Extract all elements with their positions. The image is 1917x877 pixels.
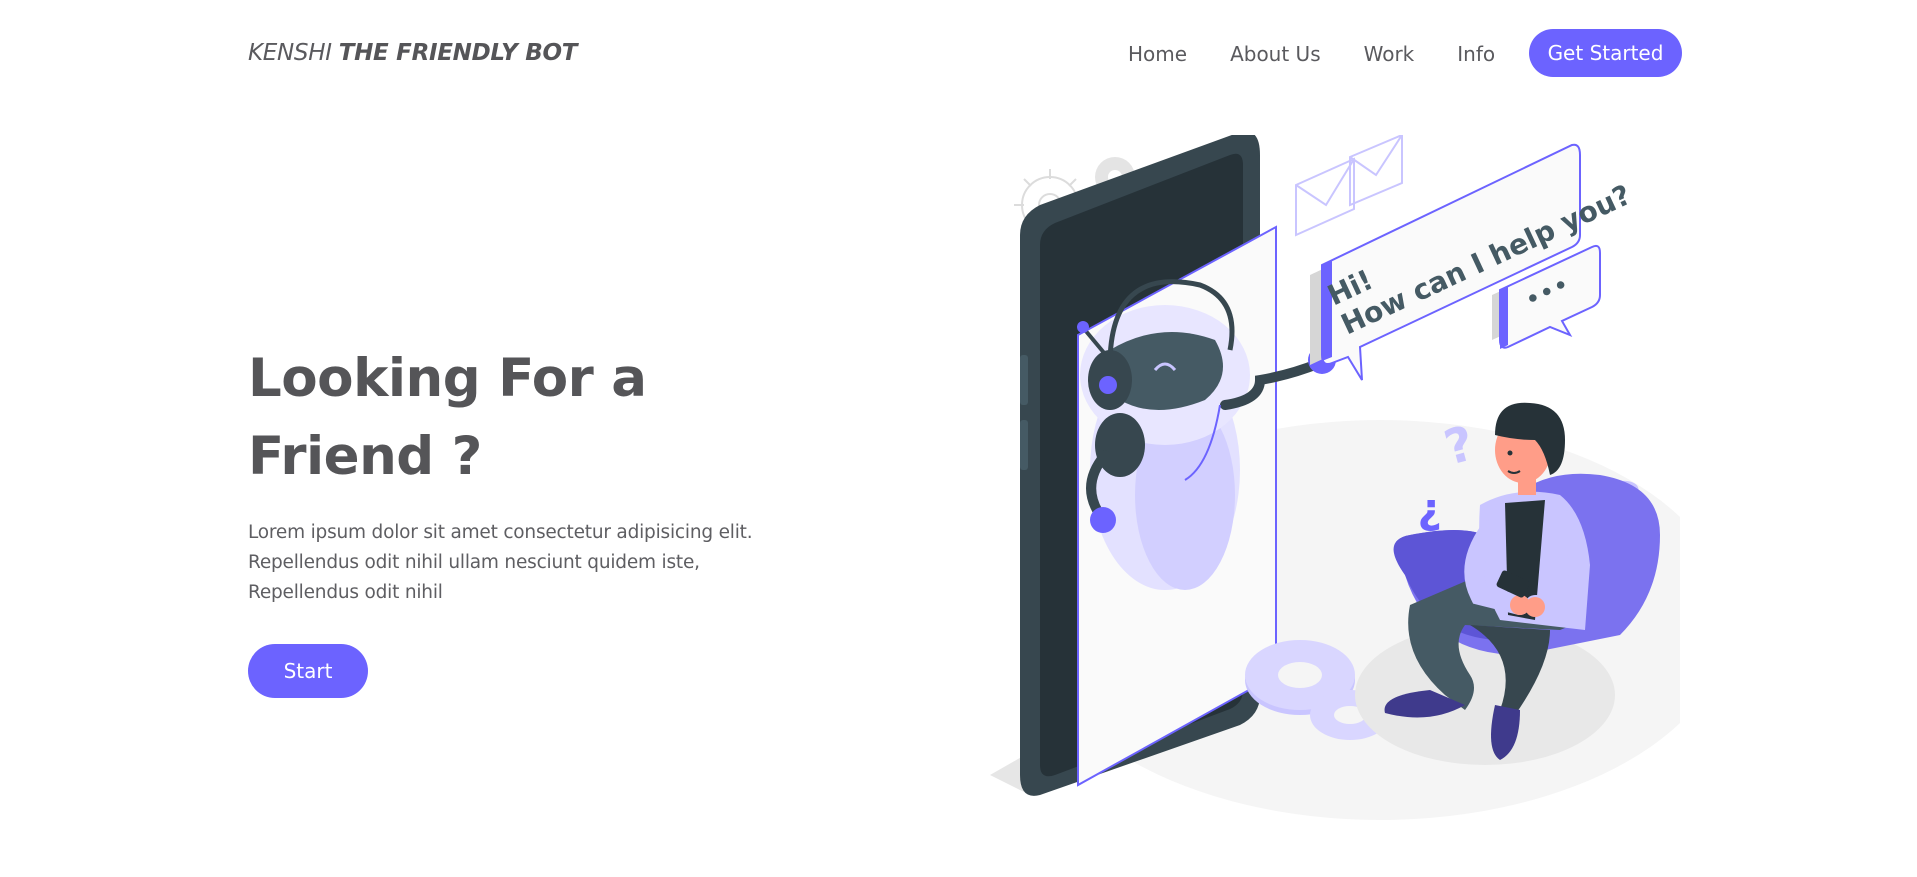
hero-description-line-1: Lorem ipsum dolor sit amet consectetur a… — [248, 522, 753, 543]
nav-info[interactable]: Info — [1457, 40, 1495, 68]
hero-description: Lorem ipsum dolor sit amet consectetur a… — [248, 518, 768, 608]
site-logo[interactable]: KENSHI THE FRIENDLY BOT — [248, 40, 577, 66]
hero-title-line-2: Friend ? — [248, 426, 482, 487]
landing-page: KENSHI THE FRIENDLY BOT Home About Us Wo… — [0, 0, 1917, 877]
nav-work[interactable]: Work — [1364, 40, 1415, 68]
logo-light-text: KENSHI — [248, 40, 332, 66]
phone-side-button — [1020, 420, 1028, 470]
logo-bold-text: THE FRIENDLY BOT — [338, 40, 578, 66]
get-started-button[interactable]: Get Started — [1529, 29, 1682, 77]
robot-antenna — [1077, 321, 1089, 333]
robot-hand — [1090, 507, 1116, 533]
main-nav: Home About Us Work Info — [1128, 40, 1538, 68]
start-button[interactable]: Start — [248, 644, 368, 698]
chatbot-illustration: Hi! How can I help you? ••• ? ? ? — [990, 135, 1680, 820]
hero-description-line-3: Repellendus odit nihil — [248, 582, 443, 603]
hero-description-line-2: Repellendus odit nihil ullam nesciunt qu… — [248, 552, 700, 573]
phone-side-button — [1020, 355, 1028, 405]
nav-about-us[interactable]: About Us — [1230, 40, 1321, 68]
hero-title-line-1: Looking For a — [248, 348, 647, 409]
hero-title: Looking For a Friend ? — [248, 340, 768, 496]
envelope-icons — [1295, 135, 1403, 237]
nav-home[interactable]: Home — [1128, 40, 1187, 68]
